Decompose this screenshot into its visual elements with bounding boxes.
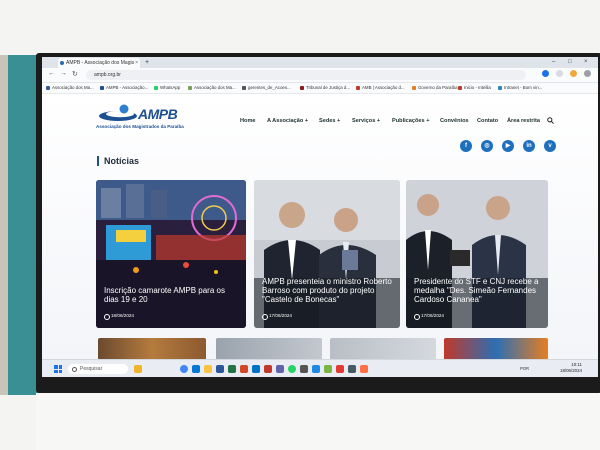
taskbar-search-input[interactable]: Pesquisar (68, 364, 128, 374)
minimize-button[interactable]: – (552, 57, 555, 68)
tab-title: AMPB - Associação dos Magis (66, 60, 135, 66)
logo-text[interactable]: AMPB (138, 106, 178, 122)
vimeo-icon[interactable]: v (544, 140, 556, 152)
news-card-image (254, 180, 400, 328)
bookmark-item[interactable]: Governo da Paraíba (412, 84, 458, 92)
news-card-date: 17/06/2024 (414, 313, 444, 320)
address-bar-row: ← → ↻ ampb.org.br (42, 68, 598, 83)
app-icon[interactable] (360, 365, 368, 373)
teams-icon[interactable] (276, 365, 284, 373)
nav-publicacoes[interactable]: Publicações + (392, 118, 429, 124)
windows-taskbar: Pesquisar POR 10:11 18/06/2024 (42, 359, 598, 377)
news-thumbnail[interactable] (216, 338, 322, 360)
new-tab-button[interactable]: + (145, 57, 149, 68)
menu-dots-icon[interactable] (584, 70, 591, 77)
bookmark-item[interactable]: WhatsApp (154, 84, 180, 92)
nav-convenios[interactable]: Convênios (440, 118, 469, 124)
news-card-title[interactable]: AMPB presenteia o ministro Roberto Barro… (262, 277, 394, 304)
news-card-title[interactable]: Presidente do STF e CNJ recebe a medalha… (414, 277, 542, 304)
news-card-image (406, 180, 548, 328)
nav-associacao[interactable]: A Associação + (267, 118, 308, 124)
powerpoint-icon[interactable] (240, 365, 248, 373)
monitor-screen: AMPB - Associação dos Magis × + – □ × ← … (42, 57, 598, 377)
taskbar-clock[interactable]: 10:11 18/06/2024 (560, 362, 582, 374)
whatsapp-icon[interactable] (288, 365, 296, 373)
facebook-icon[interactable]: f (460, 140, 472, 152)
profile-avatar-icon[interactable] (570, 70, 577, 77)
bookmark-item[interactable]: AMB | Associação d... (356, 84, 405, 92)
file-explorer-icon[interactable] (204, 365, 212, 373)
pdf-icon[interactable] (264, 365, 272, 373)
browser-tab-bar: AMPB - Associação dos Magis × + – □ × (42, 57, 598, 68)
bookmark-item[interactable]: Tribunal de Justiça d... (300, 84, 350, 92)
bookmark-item[interactable]: Intranet - Bom vin... (498, 84, 542, 92)
news-thumbnail[interactable] (330, 338, 436, 360)
reload-button[interactable]: ↻ (72, 70, 78, 78)
browser-tab[interactable]: AMPB - Associação dos Magis × (58, 58, 140, 68)
app-icon[interactable] (324, 365, 332, 373)
maximize-button[interactable]: □ (568, 57, 572, 68)
outlook-icon[interactable] (252, 365, 260, 373)
bookmarks-bar: Associação dos Ma... AMPB - Associação..… (42, 83, 598, 94)
youtube-icon[interactable]: ▶ (502, 140, 514, 152)
url-input[interactable]: ampb.org.br (86, 70, 526, 80)
windows-start-icon[interactable] (54, 365, 62, 373)
bookmark-item[interactable]: AMPB - Associação... (100, 84, 148, 92)
bookmark-item[interactable]: Associação dos Ma... (188, 84, 236, 92)
back-button[interactable]: ← (48, 70, 55, 77)
instagram-icon[interactable]: ◎ (481, 140, 493, 152)
tab-close-icon[interactable]: × (135, 58, 138, 68)
logo-subtitle: Associação dos Magistrados da Paraíba (96, 124, 184, 129)
widgets-icon[interactable] (134, 365, 142, 373)
store-icon[interactable] (300, 365, 308, 373)
app-icon[interactable] (348, 365, 356, 373)
excel-icon[interactable] (228, 365, 236, 373)
nav-contato[interactable]: Contato (477, 118, 498, 124)
extensions-icon[interactable] (556, 70, 563, 77)
news-thumbnail[interactable] (98, 338, 206, 360)
nav-sedes[interactable]: Sedes + (319, 118, 340, 124)
app-icon[interactable] (336, 365, 344, 373)
news-card[interactable]: Inscrição camarote AMPB para os dias 19 … (96, 180, 246, 328)
close-window-button[interactable]: × (584, 57, 588, 68)
news-card-title[interactable]: Inscrição camarote AMPB para os dias 19 … (104, 286, 240, 304)
news-card-date: 17/06/2024 (262, 313, 292, 320)
app-icon[interactable] (312, 365, 320, 373)
bookmark-item[interactable]: gerentes_de_Acoes... (242, 84, 291, 92)
chrome-icon[interactable] (180, 365, 188, 373)
tab-favicon-icon (60, 61, 64, 65)
ampb-logo-icon[interactable] (98, 104, 138, 122)
news-card-date: 18/06/2024 (104, 313, 134, 320)
bookmark-item[interactable]: Inicio - Intellia (458, 84, 491, 92)
bookmark-item[interactable]: Associação dos Ma... (46, 84, 94, 92)
news-section-title: Notícias (97, 156, 139, 166)
bookmark-star-icon[interactable] (542, 70, 549, 77)
nav-servicos[interactable]: Serviços + (352, 118, 380, 124)
clock-date: 18/06/2024 (560, 368, 582, 373)
search-icon[interactable] (547, 117, 554, 124)
tray-language[interactable]: POR (520, 366, 529, 371)
wall-background (0, 55, 40, 395)
news-card[interactable]: AMPB presenteia o ministro Roberto Barro… (254, 180, 400, 328)
linkedin-icon[interactable]: in (523, 140, 535, 152)
desk-surface (36, 393, 600, 450)
news-thumbnail[interactable] (444, 338, 548, 360)
forward-button[interactable]: → (60, 70, 67, 77)
door-frame (0, 55, 8, 395)
edge-icon[interactable] (192, 365, 200, 373)
website-content: AMPB Associação dos Magistrados da Paraí… (42, 94, 598, 377)
word-icon[interactable] (216, 365, 224, 373)
nav-home[interactable]: Home (240, 118, 256, 124)
nav-area-restrita[interactable]: Área restrita (507, 118, 540, 124)
news-card[interactable]: Presidente do STF e CNJ recebe a medalha… (406, 180, 548, 328)
news-card-image (96, 180, 246, 328)
